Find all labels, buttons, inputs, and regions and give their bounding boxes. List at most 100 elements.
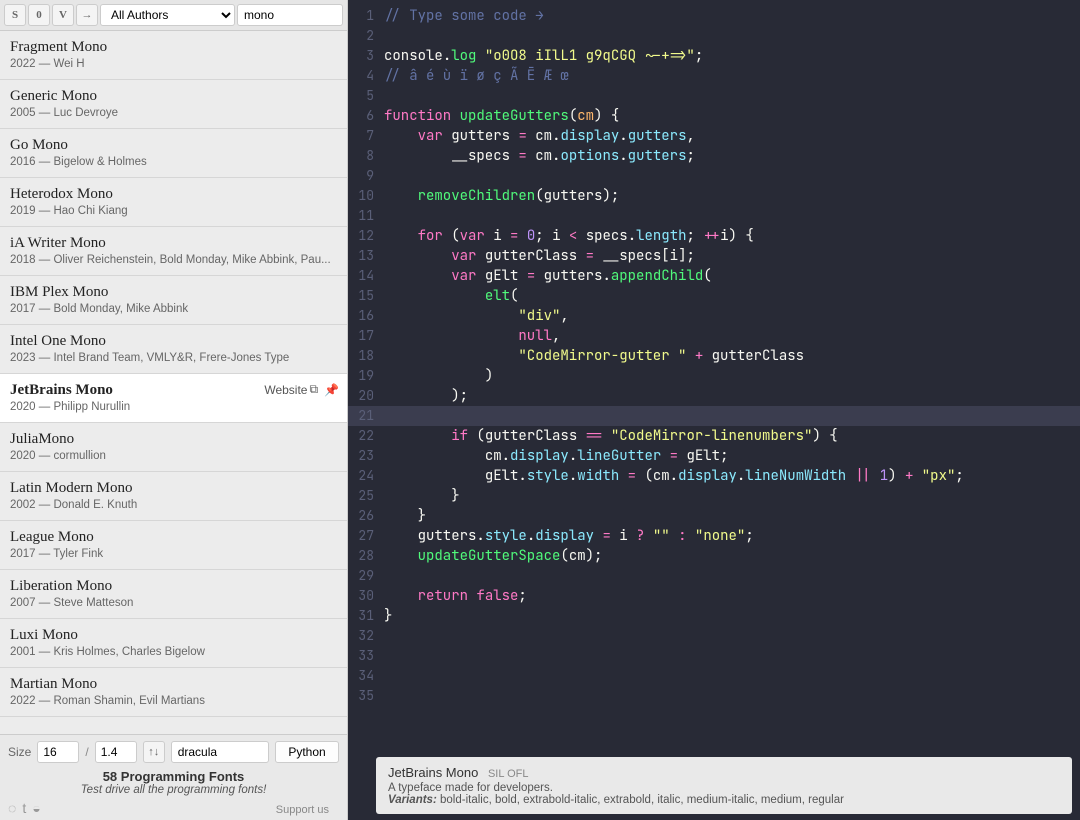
code-line[interactable]: 21 bbox=[348, 406, 1080, 426]
sidebar: S 0 V → All Authors Fragment Mono 2022 —… bbox=[0, 0, 348, 820]
github-icon[interactable]: ◌ bbox=[8, 800, 16, 816]
font-item[interactable]: Go Mono 2016 — Bigelow & Holmes bbox=[0, 129, 347, 178]
code-line[interactable]: 19 ) bbox=[348, 366, 1080, 386]
font-item-name: Go Mono bbox=[10, 137, 337, 154]
code-line[interactable]: 30 return false; bbox=[348, 586, 1080, 606]
code-content: } bbox=[384, 506, 426, 526]
code-line[interactable]: 18 "CodeMirror-gutter " + gutterClass bbox=[348, 346, 1080, 366]
font-item-meta: 2001 — Kris Holmes, Charles Bigelow bbox=[10, 646, 337, 658]
font-search-input[interactable] bbox=[237, 4, 343, 26]
variant-toggle[interactable]: V bbox=[52, 4, 74, 26]
tagline-title: 58 Programming Fonts bbox=[8, 769, 339, 784]
font-item[interactable]: Luxi Mono 2001 — Kris Holmes, Charles Bi… bbox=[0, 619, 347, 668]
author-filter-select[interactable]: All Authors bbox=[100, 4, 235, 26]
code-line[interactable]: 33 bbox=[348, 646, 1080, 666]
code-line[interactable]: 5 bbox=[348, 86, 1080, 106]
tumblr-icon[interactable]: t bbox=[22, 800, 26, 816]
code-line[interactable]: 8 __specs = cm.options.gutters; bbox=[348, 146, 1080, 166]
font-item[interactable]: Generic Mono 2005 — Luc Devroye bbox=[0, 80, 347, 129]
code-line[interactable]: 9 bbox=[348, 166, 1080, 186]
code-line[interactable]: 25 } bbox=[348, 486, 1080, 506]
font-item-meta: 2016 — Bigelow & Holmes bbox=[10, 156, 337, 168]
code-content: null, bbox=[384, 326, 560, 346]
spacing-input[interactable] bbox=[95, 741, 137, 763]
font-item[interactable]: Martian Mono 2022 — Roman Shamin, Evil M… bbox=[0, 668, 347, 717]
code-line[interactable]: 29 bbox=[348, 566, 1080, 586]
font-item-name: Latin Modern Mono bbox=[10, 480, 337, 497]
code-content: var gutters = cm.display.gutters, bbox=[384, 126, 695, 146]
font-website-link[interactable]: Website ⧉ bbox=[264, 382, 318, 397]
code-line[interactable]: 20 ); bbox=[348, 386, 1080, 406]
line-number: 9 bbox=[348, 166, 384, 186]
pin-icon[interactable]: 📌 bbox=[324, 383, 339, 397]
code-line[interactable]: 24 gElt.style.width = (cm.display.lineNu… bbox=[348, 466, 1080, 486]
code-content: function updateGutters(cm) { bbox=[384, 106, 619, 126]
size-input[interactable] bbox=[37, 741, 79, 763]
discord-icon[interactable]: ◒ bbox=[32, 800, 40, 816]
code-line[interactable]: 32 bbox=[348, 626, 1080, 646]
code-line[interactable]: 31} bbox=[348, 606, 1080, 626]
line-number: 24 bbox=[348, 466, 384, 486]
line-number: 23 bbox=[348, 446, 384, 466]
font-item-meta: 2019 — Hao Chi Kiang bbox=[10, 205, 337, 217]
code-line[interactable]: 7 var gutters = cm.display.gutters, bbox=[348, 126, 1080, 146]
code-content: // â é ù ï ø ç Ã Ē Æ œ bbox=[384, 66, 569, 86]
code-line[interactable]: 4// â é ù ï ø ç Ã Ē Æ œ bbox=[348, 66, 1080, 86]
zero-style-toggle[interactable]: 0 bbox=[28, 4, 50, 26]
code-line[interactable]: 3console.log "o0O8 iIlL1 g9qCGQ ~-+=>"; bbox=[348, 46, 1080, 66]
size-sep: / bbox=[85, 745, 88, 759]
code-line[interactable]: 11 bbox=[348, 206, 1080, 226]
code-line[interactable]: 35 bbox=[348, 686, 1080, 706]
font-list[interactable]: Fragment Mono 2022 — Wei HGeneric Mono 2… bbox=[0, 31, 347, 734]
code-line[interactable]: 26 } bbox=[348, 506, 1080, 526]
code-line[interactable]: 23 cm.display.lineGutter = gElt; bbox=[348, 446, 1080, 466]
code-line[interactable]: 28 updateGutterSpace(cm); bbox=[348, 546, 1080, 566]
code-line[interactable]: 15 elt( bbox=[348, 286, 1080, 306]
code-line[interactable]: 27 gutters.style.display = i ? "" : "non… bbox=[348, 526, 1080, 546]
font-item[interactable]: iA Writer Mono 2018 — Oliver Reichenstei… bbox=[0, 227, 347, 276]
code-line[interactable]: 1// Type some code → bbox=[348, 6, 1080, 26]
code-line[interactable]: 13 var gutterClass = __specs[i]; bbox=[348, 246, 1080, 266]
code-editor[interactable]: 1// Type some code →23console.log "o0O8 … bbox=[348, 0, 1080, 751]
code-line[interactable]: 6function updateGutters(cm) { bbox=[348, 106, 1080, 126]
code-line[interactable]: 14 var gElt = gutters.appendChild( bbox=[348, 266, 1080, 286]
code-content: for (var i = 0; i < specs.length; ++i) { bbox=[384, 226, 754, 246]
font-item[interactable]: Latin Modern Mono 2002 — Donald E. Knuth bbox=[0, 472, 347, 521]
font-item[interactable]: League Mono 2017 — Tyler Fink bbox=[0, 521, 347, 570]
code-content: var gutterClass = __specs[i]; bbox=[384, 246, 695, 266]
font-item-name: Intel One Mono bbox=[10, 333, 337, 350]
font-item-meta: 2018 — Oliver Reichenstein, Bold Monday,… bbox=[10, 254, 337, 266]
font-item[interactable]: IBM Plex Mono 2017 — Bold Monday, Mike A… bbox=[0, 276, 347, 325]
line-number: 35 bbox=[348, 686, 384, 706]
code-line[interactable]: 22 if (gutterClass == "CodeMirror-linenu… bbox=[348, 426, 1080, 446]
line-number: 20 bbox=[348, 386, 384, 406]
line-number: 6 bbox=[348, 106, 384, 126]
font-item[interactable]: Liberation Mono 2007 — Steve Matteson bbox=[0, 570, 347, 619]
font-item[interactable]: JuliaMono 2020 — cormullion bbox=[0, 423, 347, 472]
font-item[interactable]: Heterodox Mono 2019 — Hao Chi Kiang bbox=[0, 178, 347, 227]
font-item-name: IBM Plex Mono bbox=[10, 284, 337, 301]
font-item-meta: 2020 — cormullion bbox=[10, 450, 337, 462]
code-line[interactable]: 12 for (var i = 0; i < specs.length; ++i… bbox=[348, 226, 1080, 246]
info-license: SIL OFL bbox=[488, 768, 529, 780]
strikethrough-toggle[interactable]: S bbox=[4, 4, 26, 26]
code-line[interactable]: 16 "div", bbox=[348, 306, 1080, 326]
language-select[interactable]: Python bbox=[275, 741, 339, 763]
line-number: 5 bbox=[348, 86, 384, 106]
font-item-name: Fragment Mono bbox=[10, 39, 337, 56]
font-item-meta: 2023 — Intel Brand Team, VMLY&R, Frere-J… bbox=[10, 352, 337, 364]
sort-toggle[interactable]: ↑↓ bbox=[143, 741, 165, 763]
theme-select[interactable] bbox=[171, 741, 269, 763]
code-line[interactable]: 2 bbox=[348, 26, 1080, 46]
code-line[interactable]: 17 null, bbox=[348, 326, 1080, 346]
code-line[interactable]: 10 removeChildren(gutters); bbox=[348, 186, 1080, 206]
font-item[interactable]: Fragment Mono 2022 — Wei H bbox=[0, 31, 347, 80]
line-number: 10 bbox=[348, 186, 384, 206]
font-item[interactable]: JetBrains Mono 2020 — Philipp Nurullin W… bbox=[0, 374, 347, 423]
info-font-name: JetBrains Mono bbox=[388, 765, 478, 780]
line-number: 13 bbox=[348, 246, 384, 266]
code-line[interactable]: 34 bbox=[348, 666, 1080, 686]
support-link[interactable]: Support us bbox=[276, 804, 329, 816]
font-item[interactable]: Intel One Mono 2023 — Intel Brand Team, … bbox=[0, 325, 347, 374]
next-font-button[interactable]: → bbox=[76, 4, 98, 26]
